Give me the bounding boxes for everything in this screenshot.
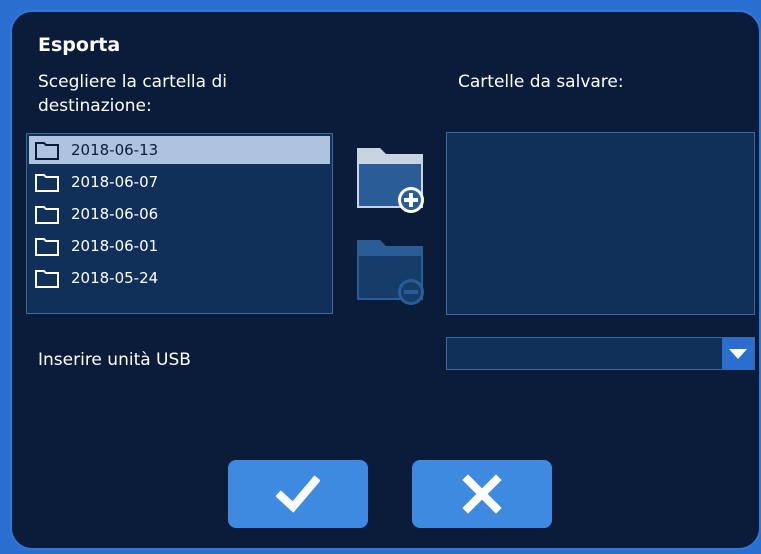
destination-label: Scegliere la cartella di destinazione: (38, 70, 227, 118)
destination-folder-list[interactable]: 2018-06-13 2018-06-07 2018-06-06 2018-06… (26, 133, 333, 314)
add-folder-button[interactable] (354, 142, 426, 214)
folder-item[interactable]: 2018-06-07 (29, 168, 330, 196)
folder-remove-icon (354, 234, 426, 306)
destination-label-line1: Scegliere la cartella di (38, 72, 227, 92)
usb-drive-dropdown[interactable] (446, 337, 755, 370)
folders-to-save-list[interactable] (446, 132, 755, 315)
folder-item[interactable]: 2018-06-13 (29, 136, 330, 164)
confirm-button[interactable] (228, 460, 368, 528)
folder-item[interactable]: 2018-05-24 (29, 264, 330, 292)
folder-icon (35, 236, 59, 256)
close-icon (460, 472, 504, 516)
folder-icon (35, 140, 59, 160)
save-folders-label: Cartelle da salvare: (458, 72, 624, 92)
dialog-title: Esporta (38, 34, 121, 56)
folder-icon (35, 204, 59, 224)
folder-name: 2018-06-13 (71, 141, 159, 159)
triangle-down-icon (728, 347, 748, 361)
folder-item[interactable]: 2018-06-01 (29, 232, 330, 260)
destination-label-line2: destinazione: (38, 96, 152, 116)
folder-add-icon (354, 142, 426, 214)
remove-folder-button[interactable] (354, 234, 426, 306)
cancel-button[interactable] (412, 460, 552, 528)
folder-name: 2018-06-07 (71, 173, 159, 191)
folder-icon (35, 268, 59, 288)
export-dialog: Esporta Scegliere la cartella di destina… (10, 10, 761, 550)
folder-name: 2018-05-24 (71, 269, 159, 287)
usb-label: Inserire unità USB (38, 350, 191, 370)
folder-name: 2018-06-06 (71, 205, 159, 223)
folder-name: 2018-06-01 (71, 237, 159, 255)
folder-item[interactable]: 2018-06-06 (29, 200, 330, 228)
dropdown-arrow[interactable] (722, 338, 754, 369)
checkmark-icon (276, 472, 320, 516)
folder-icon (35, 172, 59, 192)
